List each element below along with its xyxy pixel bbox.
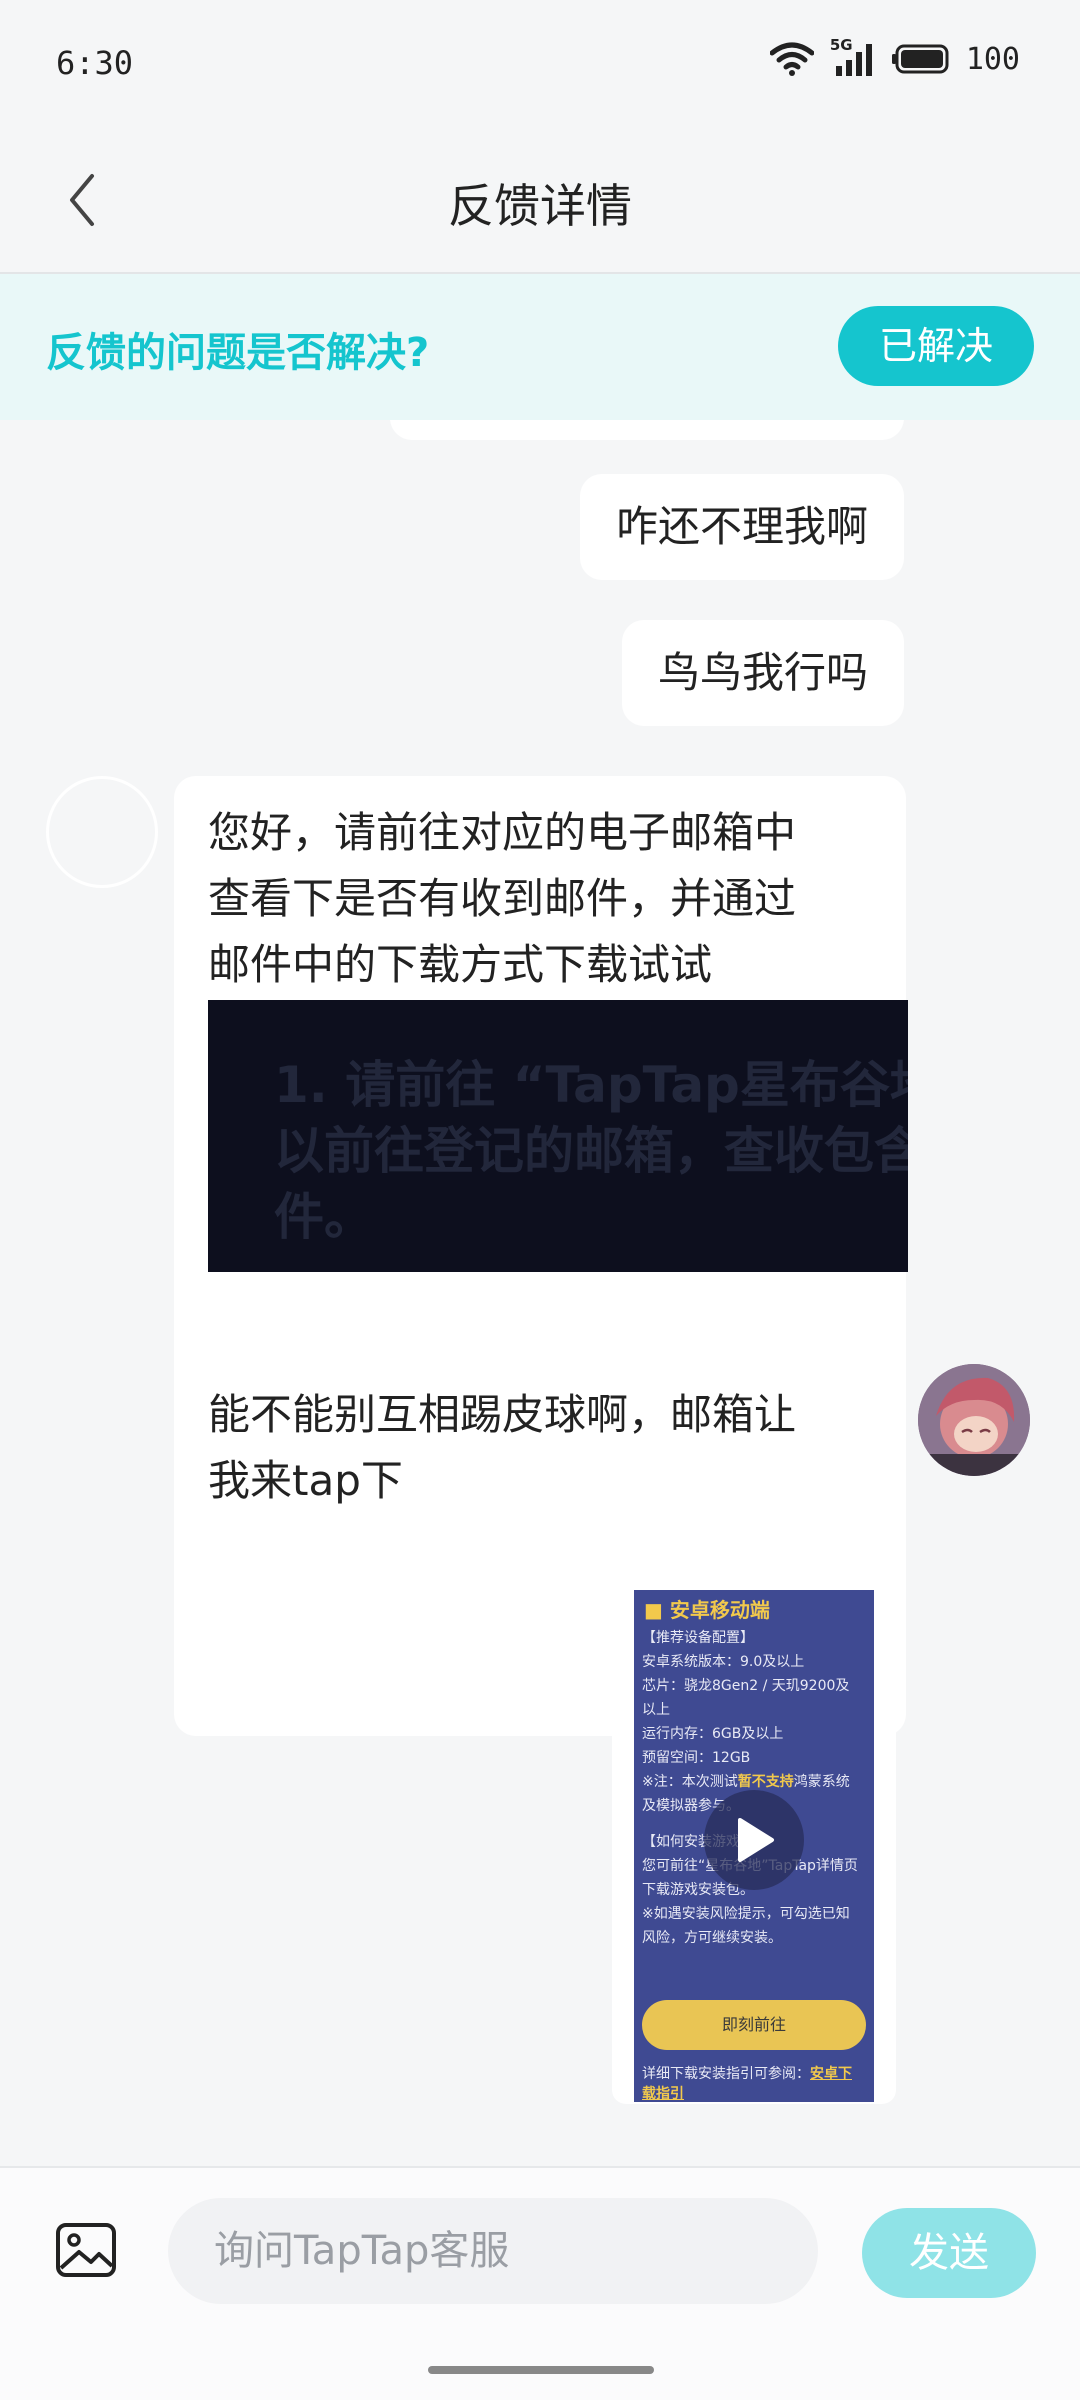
video-message[interactable]: ■ 安卓移动端 【推荐设备配置】 安卓系统版本：9.0及以上 芯片：骁龙8Gen…: [612, 1576, 896, 2104]
attached-image-text: 件。: [274, 1188, 374, 1246]
message-line: 查看下是否有收到邮件，并通过: [208, 874, 797, 923]
header: 反馈详情: [0, 130, 1080, 274]
video-text-line: 以上: [642, 1702, 670, 1718]
screen: 6:30 5G 100 反馈详情 反馈的问题是否解决? 已解决 咋还不理我啊 鸟…: [0, 0, 1080, 2400]
video-footer-line: 载指引: [642, 2086, 684, 2102]
page-title: 反馈详情: [448, 179, 632, 233]
resolve-question: 反馈的问题是否解决?: [46, 330, 430, 376]
video-text-line: 运行内存：6GB及以上: [642, 1726, 784, 1742]
home-indicator[interactable]: [428, 2366, 654, 2374]
message-bubble-user[interactable]: 咋还不理我啊: [579, 474, 904, 580]
message-bubble-user[interactable]: 鸟鸟我行吗: [621, 620, 904, 726]
message-line: 您好，请前往对应的电子邮箱中: [208, 808, 797, 857]
message-line: 邮件中的下载方式下载试试: [208, 940, 713, 989]
video-thumbnail: ■ 安卓移动端 【推荐设备配置】 安卓系统版本：9.0及以上 芯片：骁龙8Gen…: [634, 1590, 874, 2102]
video-text-line: 风险，方可继续安装。: [642, 1930, 782, 1946]
video-text-line: 【推荐设备配置】: [642, 1630, 754, 1646]
status-time: 6:30: [56, 44, 134, 82]
attached-image-text: 以前往登记的邮箱，查收包含下载详: [274, 1122, 908, 1180]
video-text-line: ※如遇安装风险提示，可勾选已知: [642, 1906, 850, 1922]
message-line: 我来tap下: [208, 1456, 403, 1505]
message-input[interactable]: [168, 2198, 818, 2304]
send-button[interactable]: 发送: [862, 2208, 1036, 2298]
battery-icon: [891, 44, 949, 74]
user-avatar[interactable]: [918, 1364, 1030, 1476]
video-text-line: 芯片：骁龙8Gen2 / 天玑9200及: [642, 1678, 850, 1694]
input-bar: 发送: [0, 2166, 1080, 2400]
video-footer-line: 详细下载安装指引可参阅：安卓下: [642, 2066, 852, 2082]
image-icon: [56, 2223, 116, 2277]
attached-image-text: 1. 请前往 “TapTap星布谷地: [274, 1056, 908, 1114]
video-text-line: 安卓系统版本：9.0及以上: [642, 1654, 805, 1670]
status-bar: 6:30 5G 100: [0, 0, 1080, 130]
message-bubble-user[interactable]: 能不能别互相踢皮球啊，邮箱让 我来tap下: [174, 1358, 906, 1538]
chat-list[interactable]: 咋还不理我啊 鸟鸟我行吗 您好，请前往对应的电子邮箱中 查看下是否有收到邮件，并…: [0, 420, 1080, 2166]
message-bubble-partial: [390, 420, 904, 440]
image-upload-button[interactable]: [46, 2210, 126, 2290]
video-text-line: 预留空间：12GB: [642, 1750, 751, 1766]
battery-level: 100: [965, 41, 1020, 77]
video-heading: ■ 安卓移动端: [644, 1598, 770, 1622]
play-icon: [738, 1818, 774, 1862]
wifi-icon: [769, 42, 814, 76]
support-avatar[interactable]: [46, 776, 158, 888]
video-go-button: 即刻前往: [642, 2000, 866, 2050]
resolve-banner: 反馈的问题是否解决? 已解决: [0, 274, 1080, 420]
play-button[interactable]: [704, 1790, 804, 1890]
attached-image[interactable]: 1. 请前往 “TapTap星布谷地 以前往登记的邮箱，查收包含下载详 件。: [208, 1000, 908, 1272]
message-text: 您好，请前往对应的电子邮箱中 查看下是否有收到邮件，并通过 邮件中的下载方式下载…: [208, 800, 888, 998]
message-line: 能不能别互相踢皮球啊，邮箱让: [208, 1390, 797, 1439]
cellular-signal-icon: 5G: [830, 36, 876, 78]
video-text-line: ※注：本次测试暂不支持鸿蒙系统: [642, 1774, 850, 1790]
user-avatar-image: [918, 1364, 1030, 1476]
status-icons: 5G 100: [769, 36, 1020, 78]
resolved-button[interactable]: 已解决: [838, 306, 1034, 386]
